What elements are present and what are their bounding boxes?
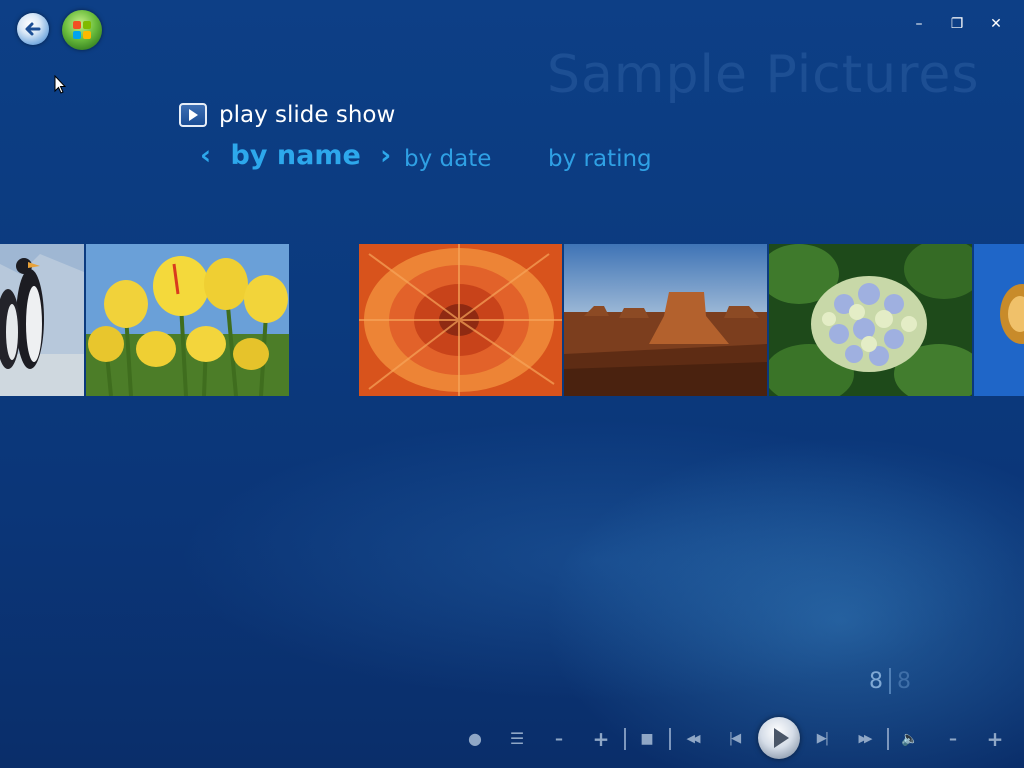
chevron-right-icon[interactable]: ›	[380, 140, 391, 171]
sort-by-name-tab[interactable]: ‹ by name ›	[200, 140, 391, 171]
transport-divider	[624, 728, 626, 750]
channel-down-icon: –	[555, 729, 563, 748]
play-button[interactable]	[758, 717, 800, 759]
windows-flag-icon	[73, 21, 91, 39]
rewind-icon: ◀◀	[686, 732, 701, 745]
rewind-button[interactable]: ◀◀	[680, 727, 704, 751]
transport-divider	[669, 728, 671, 750]
volume-down-button[interactable]: –	[941, 727, 965, 751]
hydrangeas-photo	[769, 244, 972, 396]
play-slideshow-icon	[179, 103, 207, 127]
record-button[interactable]: ●	[463, 727, 487, 751]
skip-back-icon: |◀	[728, 731, 741, 746]
chevron-left-icon[interactable]: ‹	[200, 140, 211, 171]
stop-icon: ■	[640, 731, 654, 747]
back-arrow-icon	[25, 22, 41, 36]
thumbnail-desert[interactable]	[564, 244, 767, 396]
thumbnail-penguins[interactable]	[0, 244, 84, 396]
record-icon: ●	[468, 729, 482, 748]
sort-by-name-label: by name	[230, 140, 361, 171]
guide-list-button[interactable]: ☰	[505, 727, 529, 751]
folder-title-watermark: Sample Pictures	[547, 45, 980, 105]
minimize-button[interactable]: –	[909, 14, 929, 34]
thumbnail-hydrangeas[interactable]	[769, 244, 972, 396]
sort-by-rating-tab[interactable]: by rating	[548, 146, 652, 172]
close-button[interactable]: ✕	[986, 14, 1006, 34]
thumbnail-koala[interactable]	[974, 244, 1024, 396]
channel-up-button[interactable]: +	[589, 727, 613, 751]
penguins-photo	[0, 244, 84, 396]
skip-forward-icon: ▶|	[816, 731, 829, 746]
thumbnail-chrysanthemum[interactable]	[359, 244, 562, 396]
total-count: 8	[897, 668, 911, 694]
back-button[interactable]	[17, 13, 49, 45]
counter-divider	[889, 668, 891, 694]
volume-down-icon: –	[949, 729, 957, 748]
volume-up-button[interactable]: +	[983, 727, 1007, 751]
item-counter: 8 8	[869, 668, 911, 694]
desert-photo	[564, 244, 767, 396]
guide-list-icon: ☰	[509, 729, 525, 748]
fast-forward-icon: ▶▶	[858, 732, 873, 745]
play-slide-show-button[interactable]: play slide show	[179, 102, 395, 128]
mouse-cursor-icon	[54, 75, 66, 94]
skip-back-button[interactable]: |◀	[722, 727, 746, 751]
mute-button[interactable]: 🔈	[898, 727, 922, 751]
play-slide-show-label: play slide show	[219, 102, 396, 128]
skip-forward-button[interactable]: ▶|	[810, 727, 834, 751]
fast-forward-button[interactable]: ▶▶	[852, 727, 876, 751]
volume-up-icon: +	[986, 727, 1004, 751]
sort-by-date-tab[interactable]: by date	[404, 146, 491, 172]
close-icon: ✕	[990, 16, 1002, 32]
transport-divider	[887, 728, 889, 750]
chrysanthemum-photo	[359, 244, 562, 396]
minimize-icon: –	[915, 16, 923, 32]
mute-icon: 🔈	[901, 731, 919, 747]
restore-button[interactable]: ❐	[947, 14, 967, 34]
tulips-photo	[86, 244, 289, 396]
stop-button[interactable]: ■	[635, 727, 659, 751]
thumbnail-tulips[interactable]	[86, 244, 289, 396]
current-index: 8	[869, 668, 883, 694]
koala-photo	[974, 244, 1024, 396]
channel-down-button[interactable]: –	[547, 727, 571, 751]
windows-start-orb-button[interactable]	[62, 10, 102, 50]
restore-icon: ❐	[950, 16, 964, 32]
channel-up-icon: +	[592, 727, 610, 751]
